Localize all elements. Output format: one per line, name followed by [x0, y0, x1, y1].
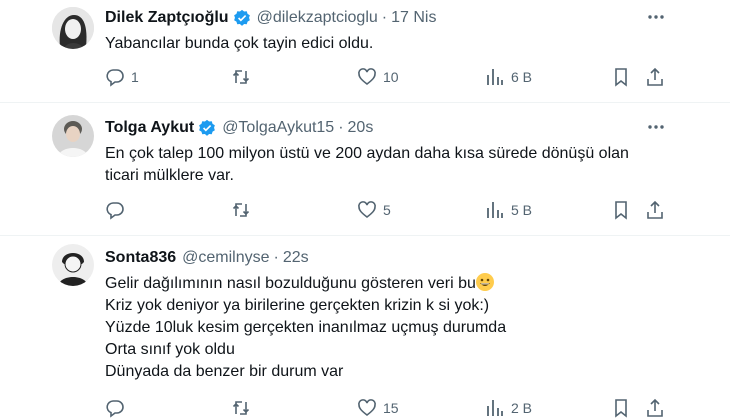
like-count: 10	[383, 69, 399, 85]
avatar[interactable]	[52, 7, 94, 49]
bookmark-icon	[615, 399, 627, 418]
views-button[interactable]: 5 B	[485, 200, 532, 220]
avatar[interactable]	[52, 244, 94, 286]
timestamp[interactable]: 20s	[348, 119, 374, 137]
author-handle[interactable]: @TolgaAykut15	[222, 119, 334, 137]
reply-icon	[106, 69, 124, 87]
tweet-text-line: En çok talep 100 milyon üstü ve 200 ayda…	[105, 145, 629, 162]
reply-count: 1	[131, 69, 139, 85]
view-count: 2 B	[511, 400, 533, 416]
author-handle[interactable]: @dilekzaptcioglu	[257, 9, 378, 27]
heart-icon	[358, 399, 376, 417]
verified-badge-icon	[233, 9, 250, 26]
views-button[interactable]: 2 B	[485, 398, 532, 418]
retweet-button[interactable]	[231, 398, 257, 418]
share-icon	[647, 200, 663, 219]
verified-badge-icon	[199, 119, 216, 136]
like-count: 15	[383, 400, 399, 416]
retweet-icon	[232, 401, 250, 415]
share-button[interactable]	[645, 200, 665, 220]
more-options-icon[interactable]	[646, 117, 666, 137]
heart-icon	[358, 201, 376, 219]
share-icon	[647, 398, 663, 417]
tweet-text-line: Yabancılar bunda çok tayin edici oldu.	[105, 35, 374, 52]
share-button[interactable]	[645, 67, 665, 87]
author-name[interactable]: Tolga Aykut	[105, 119, 194, 137]
tweet-feed: Dilek Zaptçıoğlu @dilekzaptcioglu · 17 N…	[0, 0, 730, 420]
timestamp[interactable]: 17 Nis	[391, 9, 436, 27]
retweet-button[interactable]	[231, 200, 257, 220]
reply-button[interactable]	[105, 398, 131, 418]
tweet-text: En çok talep 100 milyon üstü ve 200 ayda…	[105, 143, 665, 187]
view-count: 6 B	[511, 69, 533, 85]
more-options-icon[interactable]	[646, 7, 666, 27]
tweet-text-line: Yüzde 10luk kesim gerçekten inanılmaz uç…	[105, 319, 507, 336]
reply-icon	[106, 202, 124, 220]
avatar[interactable]	[52, 115, 94, 157]
tweet-text-line: Orta sınıf yok oldu	[105, 341, 235, 358]
separator-dot: ·	[338, 119, 344, 136]
share-icon	[647, 67, 663, 86]
bookmark-icon	[615, 68, 627, 87]
separator-dot: ·	[381, 9, 388, 26]
reply-button[interactable]: 1	[105, 67, 139, 87]
tweet-text-line: Gelir dağılımının nasıl bozulduğunu göst…	[105, 275, 476, 292]
retweet-icon	[232, 203, 250, 217]
views-chart-icon	[487, 400, 503, 416]
tweet-actions: 15 2 B	[105, 398, 665, 418]
tweet-text-line: Kriz yok deniyor ya birilerine gerçekten…	[105, 297, 490, 314]
tweet-text-line: ticari mülklere var.	[105, 167, 234, 184]
views-chart-icon	[487, 69, 503, 85]
author-name[interactable]: Dilek Zaptçıoğlu	[105, 9, 229, 27]
like-count: 5	[383, 202, 391, 218]
tweet-text: Yabancılar bunda çok tayin edici oldu.	[105, 33, 665, 55]
timestamp[interactable]: 22s	[283, 249, 309, 267]
heart-icon	[358, 68, 376, 86]
reply-icon	[106, 400, 124, 418]
bookmark-button[interactable]	[611, 200, 631, 220]
views-button[interactable]: 6 B	[485, 67, 532, 87]
bookmark-button[interactable]	[611, 398, 631, 418]
tweet-actions: 1 10 6 B	[105, 67, 665, 87]
reply-button[interactable]	[105, 200, 131, 220]
tweet-actions: 5 5 B	[105, 200, 665, 220]
retweet-button[interactable]	[231, 67, 257, 87]
like-button[interactable]: 5	[357, 200, 391, 220]
tweet[interactable]: Dilek Zaptçıoğlu @dilekzaptcioglu · 17 N…	[0, 0, 730, 103]
tweet-text: Gelir dağılımının nasıl bozulduğunu göst…	[105, 273, 665, 383]
bookmark-icon	[615, 201, 627, 220]
author-handle[interactable]: @cemilnyse	[182, 249, 269, 267]
retweet-icon	[232, 70, 250, 84]
separator-dot: ·	[273, 249, 279, 266]
tweet[interactable]: Sonta836 @cemilnyse · 22s Gelir dağılımı…	[0, 236, 730, 420]
views-chart-icon	[487, 202, 503, 218]
share-button[interactable]	[645, 398, 665, 418]
like-button[interactable]: 15	[357, 398, 399, 418]
grinning-face-emoji	[475, 273, 494, 291]
like-button[interactable]: 10	[357, 67, 399, 87]
bookmark-button[interactable]	[611, 67, 631, 87]
tweet[interactable]: Tolga Aykut @TolgaAykut15 · 20s En çok t…	[0, 103, 730, 236]
tweet-text-line: Dünyada da benzer bir durum var	[105, 363, 344, 380]
author-name[interactable]: Sonta836	[105, 249, 176, 267]
view-count: 5 B	[511, 202, 533, 218]
